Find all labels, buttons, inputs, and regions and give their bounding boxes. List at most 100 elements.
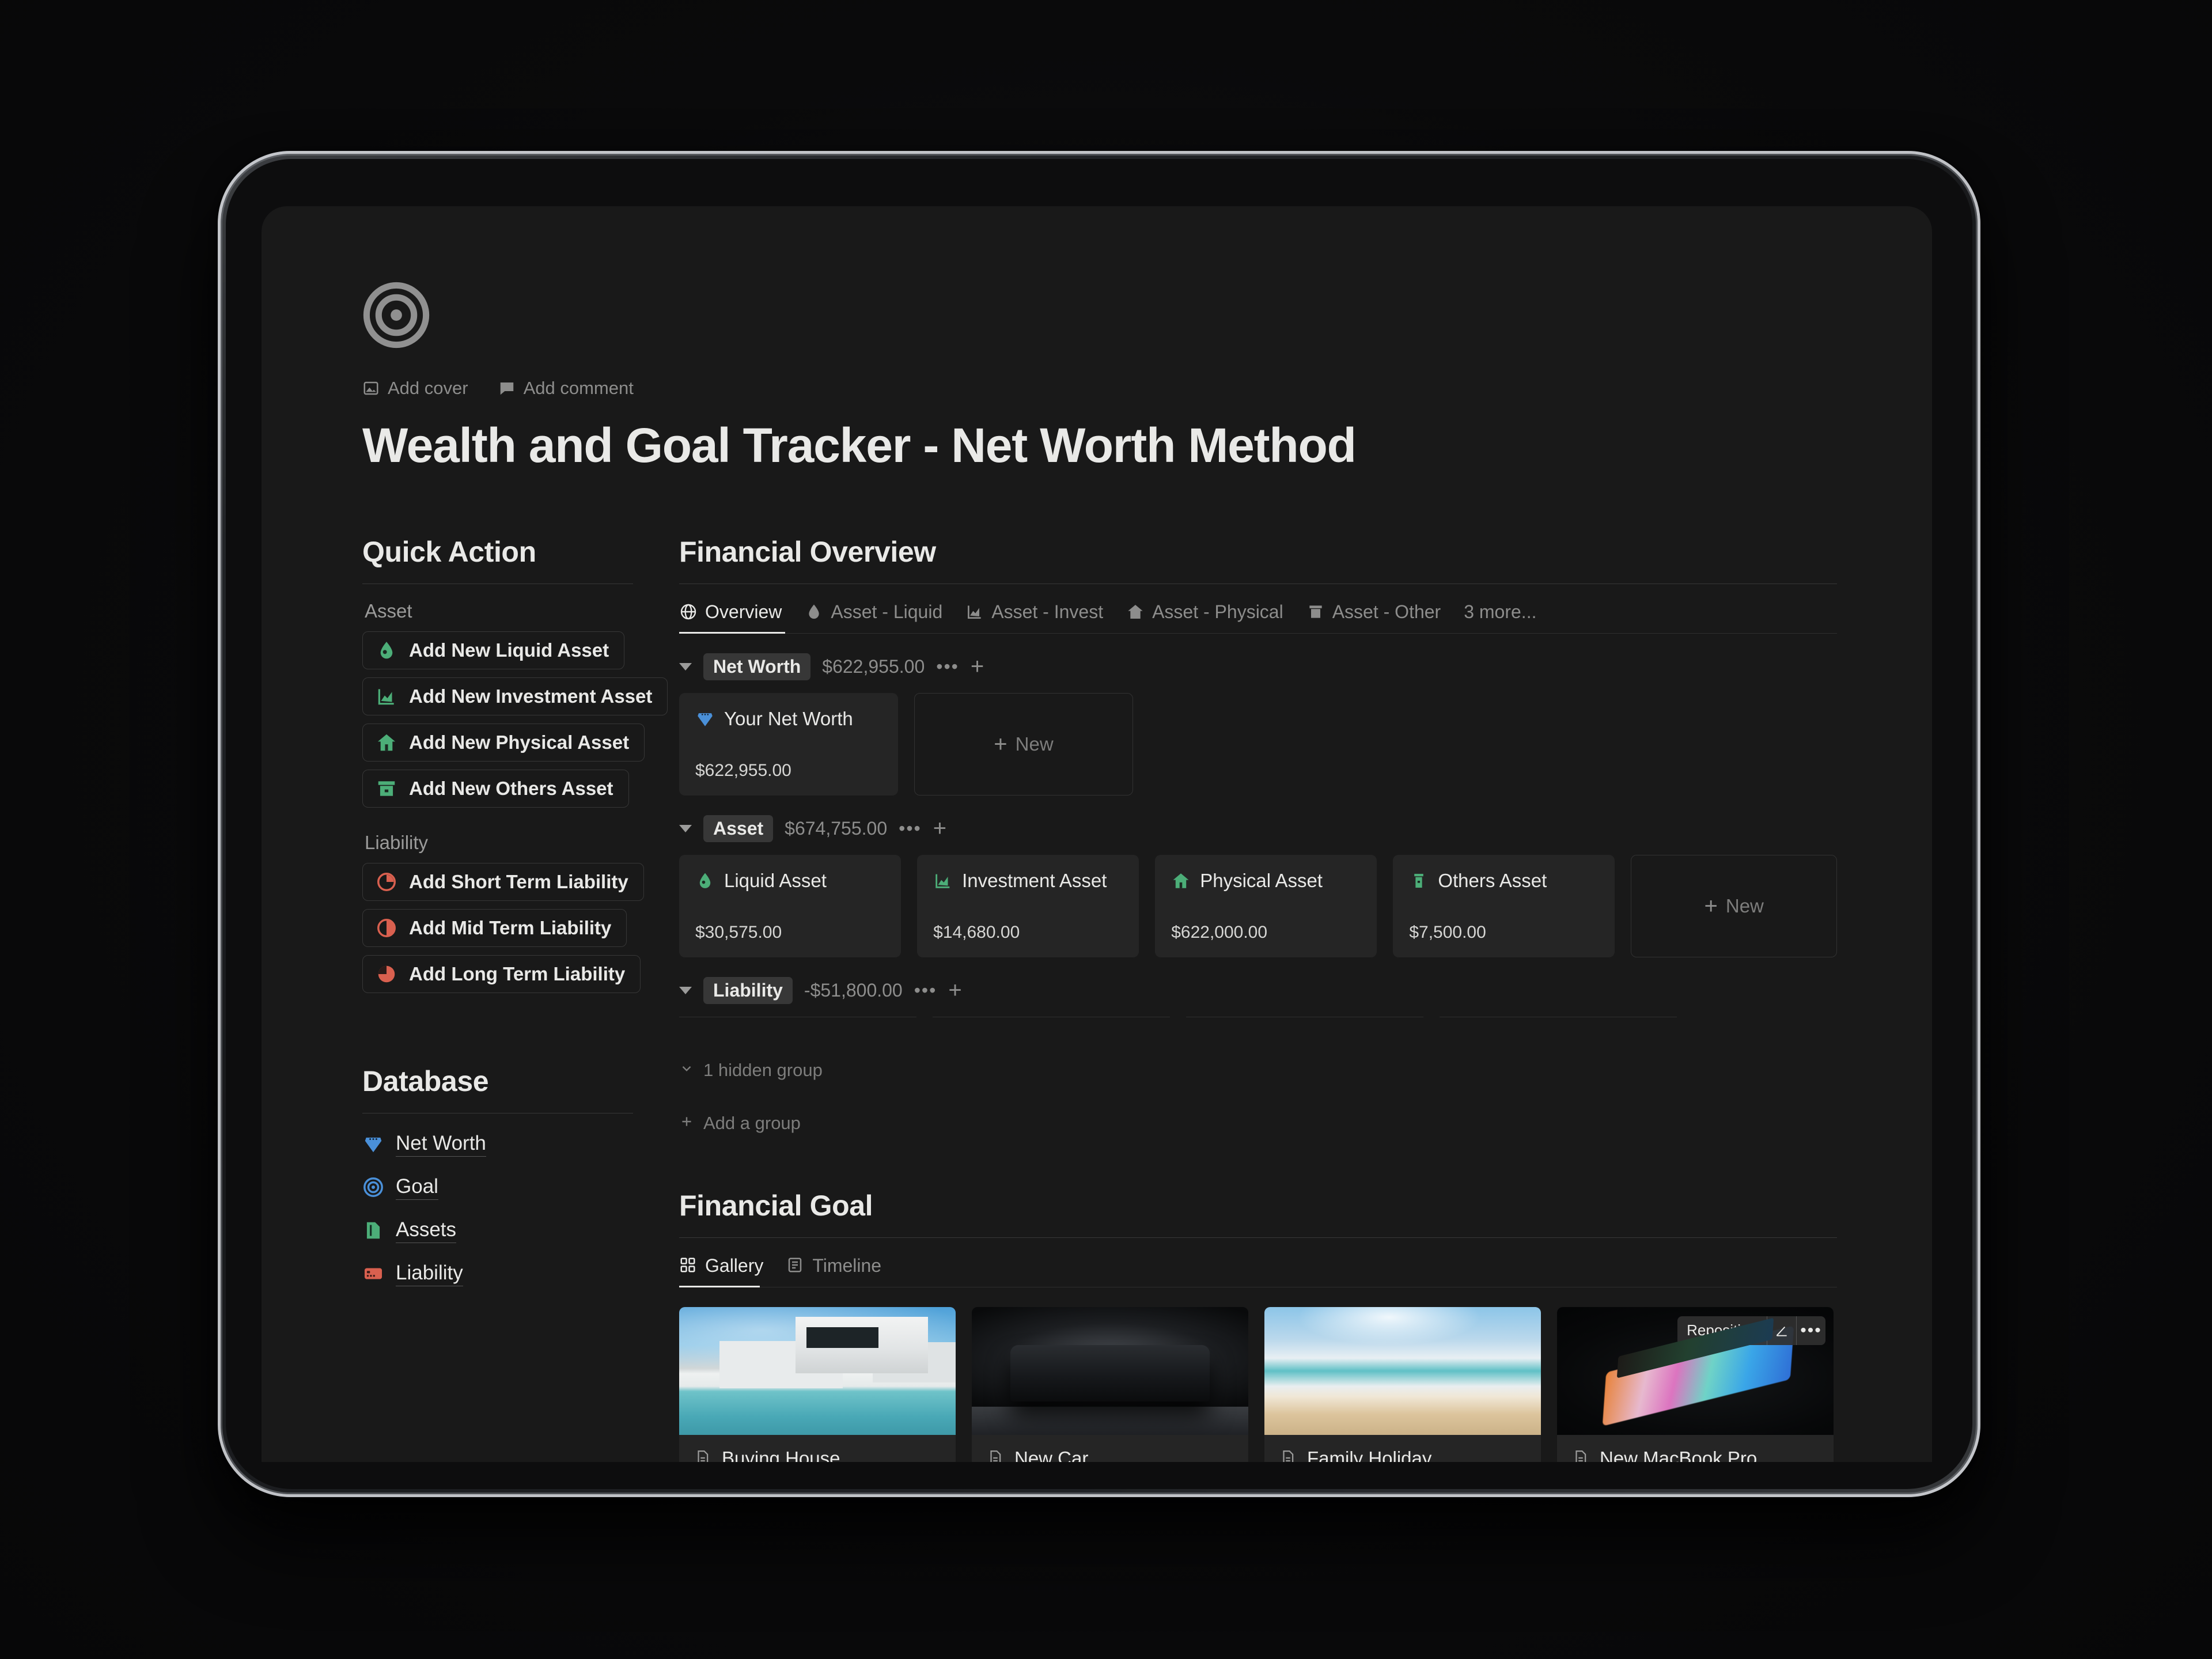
database-item-assets[interactable]: Assets xyxy=(362,1218,633,1243)
tablet-device: Add cover Add comment Wealth and Goal Tr… xyxy=(218,151,1980,1497)
financial-overview-tabs: Overview Asset - Liquid Asset - Invest A… xyxy=(679,601,1837,634)
clock-quarter-icon xyxy=(376,871,397,893)
active-tab-indicator xyxy=(679,1285,760,1287)
active-tab-indicator xyxy=(679,631,785,634)
database-item-net-worth[interactable]: Net Worth xyxy=(362,1132,633,1157)
quick-action-row: Add New Physical Asset xyxy=(362,723,645,770)
droplet-icon xyxy=(376,639,397,661)
card-others-asset[interactable]: Others Asset $7,500.00 xyxy=(1393,854,1615,957)
right-column: Financial Overview Overview Asset - Liqu… xyxy=(679,535,1837,1462)
collapse-caret-icon[interactable] xyxy=(679,662,692,671)
add-group-button[interactable]: Add a group xyxy=(679,1113,1837,1134)
group-add-button[interactable]: + xyxy=(933,817,946,840)
group-name-chip[interactable]: Net Worth xyxy=(703,653,811,680)
target-icon[interactable] xyxy=(362,281,430,349)
add-new-liquid-asset-label: Add New Liquid Asset xyxy=(409,639,609,661)
card-investment-asset[interactable]: Investment Asset $14,680.00 xyxy=(917,854,1139,957)
goal-card-title: Buying House xyxy=(722,1447,840,1462)
hidden-group-toggle[interactable]: 1 hidden group xyxy=(679,1060,1837,1081)
tab-overview[interactable]: Overview xyxy=(679,601,782,623)
card-title: Investment Asset xyxy=(962,869,1107,891)
card-physical-asset[interactable]: Physical Asset $622,000.00 xyxy=(1155,854,1377,957)
gem-icon xyxy=(362,1133,384,1155)
group-net-worth: Net Worth $622,955.00 ••• + Your Net Wor… xyxy=(679,653,1837,796)
add-new-investment-asset-button[interactable]: Add New Investment Asset xyxy=(362,677,668,715)
add-new-liquid-asset-button[interactable]: Add New Liquid Asset xyxy=(362,631,625,669)
grid-icon xyxy=(679,1256,698,1275)
plus-icon: + xyxy=(1704,893,1718,919)
document-icon xyxy=(694,1449,713,1462)
database-item-label: Net Worth xyxy=(396,1132,486,1157)
tab-timeline[interactable]: Timeline xyxy=(786,1255,881,1277)
add-comment-label: Add comment xyxy=(523,378,634,398)
group-name-chip[interactable]: Liability xyxy=(703,976,793,1004)
group-header: Liability -$51,800.00 ••• + xyxy=(679,976,1837,1004)
page-title[interactable]: Wealth and Goal Tracker - Net Worth Meth… xyxy=(362,419,1837,472)
add-new-investment-asset-label: Add New Investment Asset xyxy=(409,685,653,707)
group-sum: $622,955.00 xyxy=(822,656,925,677)
quick-action-group-asset-label: Asset xyxy=(365,600,412,622)
add-new-physical-asset-button[interactable]: Add New Physical Asset xyxy=(362,723,645,762)
tab-label: Timeline xyxy=(812,1255,882,1276)
clock-half-icon xyxy=(376,917,397,939)
tab-asset-physical[interactable]: Asset - Physical xyxy=(1126,601,1283,623)
goal-card-image: Reposition ••• xyxy=(1557,1306,1834,1435)
group-name-chip[interactable]: Asset xyxy=(703,815,774,842)
group-header: Asset $674,755.00 ••• + xyxy=(679,815,1837,842)
group-add-button[interactable]: + xyxy=(971,655,984,678)
tab-label: Asset - Invest xyxy=(991,601,1104,622)
goal-card-buying-house[interactable]: Buying House 61.623% xyxy=(679,1306,956,1462)
database-item-liability[interactable]: Liability xyxy=(362,1262,633,1286)
goal-card-family-holiday[interactable]: Family Holiday $0.00 xyxy=(1264,1306,1541,1462)
group-asset: Asset $674,755.00 ••• + Liquid Asset $30… xyxy=(679,815,1837,957)
goal-card-new-car[interactable]: New Car 40.025% xyxy=(972,1306,1248,1462)
card-title: Physical Asset xyxy=(1200,869,1323,891)
database-heading: Database xyxy=(362,1065,489,1097)
chart-increasing-icon xyxy=(376,685,397,707)
plus-icon xyxy=(679,1113,694,1134)
collapse-caret-icon[interactable] xyxy=(679,986,692,994)
tab-asset-liquid[interactable]: Asset - Liquid xyxy=(805,601,942,623)
database-item-label: Assets xyxy=(396,1218,457,1243)
card-your-net-worth[interactable]: Your Net Worth $622,955.00 xyxy=(679,692,898,796)
financial-goal-gallery: Buying House 61.623% xyxy=(679,1306,1837,1462)
add-new-others-asset-button[interactable]: Add New Others Asset xyxy=(362,769,629,808)
card-title: Your Net Worth xyxy=(724,707,853,729)
group-header: Net Worth $622,955.00 ••• + xyxy=(679,653,1837,680)
new-net-worth-card-button[interactable]: + New xyxy=(914,692,1133,796)
more-views-button[interactable]: 3 more... xyxy=(1464,601,1536,623)
card-value: $622,000.00 xyxy=(1171,922,1268,942)
quick-action-row: Add New Investment Asset xyxy=(362,677,668,724)
group-more-button[interactable]: ••• xyxy=(936,657,959,675)
notion-page: Add cover Add comment Wealth and Goal Tr… xyxy=(262,206,1932,1462)
new-label: New xyxy=(1725,895,1764,916)
list-icon xyxy=(786,1256,805,1275)
database-item-goal[interactable]: Goal xyxy=(362,1175,633,1200)
add-long-term-liability-button[interactable]: Add Long Term Liability xyxy=(362,955,641,993)
goal-card-title: New Car xyxy=(1014,1447,1089,1462)
group-more-button[interactable]: ••• xyxy=(899,819,922,837)
card-value: $7,500.00 xyxy=(1409,922,1486,942)
tab-gallery[interactable]: Gallery xyxy=(679,1255,763,1277)
group-add-button[interactable]: + xyxy=(948,979,961,1002)
collapse-caret-icon[interactable] xyxy=(679,824,692,832)
tab-asset-other[interactable]: Asset - Other xyxy=(1306,601,1441,623)
add-short-term-liability-button[interactable]: Add Short Term Liability xyxy=(362,862,644,901)
group-liability: Liability -$51,800.00 ••• + xyxy=(679,976,1837,1017)
add-mid-term-liability-label: Add Mid Term Liability xyxy=(409,916,612,938)
new-label: New xyxy=(1015,733,1054,755)
tab-asset-invest[interactable]: Asset - Invest xyxy=(965,601,1103,623)
add-comment-button[interactable]: Add comment xyxy=(498,378,634,399)
ellipsis-icon[interactable]: ••• xyxy=(1797,1316,1825,1345)
add-mid-term-liability-button[interactable]: Add Mid Term Liability xyxy=(362,908,627,947)
card-liquid-asset[interactable]: Liquid Asset $30,575.00 xyxy=(679,854,902,957)
group-more-button[interactable]: ••• xyxy=(914,980,937,999)
new-asset-card-button[interactable]: + New xyxy=(1631,854,1837,957)
house-icon xyxy=(1126,603,1145,621)
add-short-term-liability-label: Add Short Term Liability xyxy=(409,870,628,892)
quick-action-row: Add Long Term Liability xyxy=(362,955,641,1001)
goal-card-new-macbook-pro[interactable]: Reposition ••• xyxy=(1557,1306,1834,1462)
page-meta-row: Add cover Add comment xyxy=(362,378,1837,399)
box-icon xyxy=(376,778,397,800)
add-cover-button[interactable]: Add cover xyxy=(362,378,468,399)
